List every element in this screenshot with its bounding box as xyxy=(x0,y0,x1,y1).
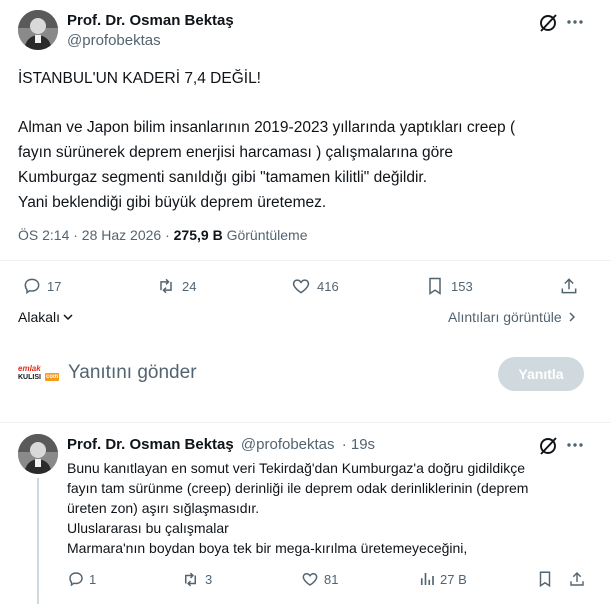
bookmark-count: 153 xyxy=(451,278,473,294)
more-options-icon[interactable] xyxy=(566,13,584,31)
reply-submit-button[interactable]: Yanıtla xyxy=(498,357,584,391)
like-button[interactable]: 416 xyxy=(291,275,339,297)
post-meta: ÖS 2:14 · 28 Haz 2026 · 275,9 B Görüntül… xyxy=(18,227,308,243)
composer-avatar-logo-top: emlak xyxy=(18,364,41,373)
bookmark-icon xyxy=(539,571,551,588)
post-title-line: İSTANBUL'UN KADERİ 7,4 DEĞİL! xyxy=(18,70,261,87)
reply-count: 17 xyxy=(47,278,62,294)
post-body: Alman ve Japon bilim insanlarının 2019-2… xyxy=(18,115,598,215)
view-quotes-label: Alıntıları görüntüle xyxy=(448,309,562,325)
author-handle[interactable]: @profobektas xyxy=(67,32,161,49)
post-body-line: Kumburgaz segmenti sanıldığı gibi "tamam… xyxy=(18,169,428,186)
reply-time[interactable]: · 19s xyxy=(342,436,375,453)
reply-views-button[interactable]: 27 B xyxy=(418,570,467,588)
avatar-photo-icon xyxy=(18,10,58,50)
bookmark-button[interactable]: 153 xyxy=(425,275,473,297)
author-avatar[interactable] xyxy=(18,10,58,50)
repost-icon xyxy=(160,278,172,294)
reply-reply-count: 1 xyxy=(89,571,97,587)
post-timestamp[interactable]: ÖS 2:14 · 28 Haz 2026 · xyxy=(18,227,174,243)
reply-header: Prof. Dr. Osman Bektaş @profobektas · 19… xyxy=(67,436,375,453)
views-label: Görüntüleme xyxy=(222,227,308,243)
share-button[interactable] xyxy=(559,275,579,297)
composer-avatar-logo-bottom: KULISI xyxy=(18,374,41,381)
post-body-line: Yani beklendiği gibi büyük deprem üretem… xyxy=(18,194,327,211)
share-icon xyxy=(570,571,584,586)
reply-input[interactable]: Yanıtını gönder xyxy=(68,362,478,384)
reply-share-button[interactable] xyxy=(568,570,586,588)
reply-body-line: fayın tam sürünme (creep) derinliği ile … xyxy=(67,480,529,496)
reply-body-line: Marmara'nın boydan boya tek bir mega-kır… xyxy=(67,540,468,556)
relevance-label: Alakalı xyxy=(18,309,61,325)
reply-author-avatar[interactable] xyxy=(18,434,58,474)
avatar-photo-icon xyxy=(18,434,58,474)
post-body-line: fayın sürünerek deprem enerjisi harcamas… xyxy=(18,144,454,161)
reply-button[interactable]: 17 xyxy=(22,275,61,297)
reply-body-line: Bunu kanıtlayan en somut veri Tekirdağ'd… xyxy=(67,460,526,476)
views-count: 275,9 B xyxy=(173,227,223,243)
view-quotes-link[interactable]: Alıntıları görüntüle xyxy=(448,309,578,325)
composer-avatar-logo-badge: com xyxy=(45,373,60,381)
divider xyxy=(0,260,611,261)
reply-icon xyxy=(69,572,83,587)
repost-icon xyxy=(184,572,197,586)
repost-count: 24 xyxy=(182,278,197,294)
thread-line xyxy=(37,478,39,604)
heart-icon xyxy=(302,573,318,586)
chevron-right-icon xyxy=(569,312,575,322)
reply-like-count: 81 xyxy=(324,571,339,587)
reply-body-line: üreten zon) aşırı sığlaşmasıdır. xyxy=(67,500,260,516)
reply-author-handle[interactable]: @profobektas xyxy=(241,436,335,453)
reply-grok-icon[interactable] xyxy=(537,435,559,457)
relevance-sort-dropdown[interactable]: Alakalı xyxy=(18,309,74,325)
divider xyxy=(0,422,611,423)
reply-repost-button[interactable]: 3 xyxy=(181,570,212,588)
repost-button[interactable]: 24 xyxy=(156,275,196,297)
post-body-line: Alman ve Japon bilim insanlarının 2019-2… xyxy=(18,119,516,136)
reply-bookmark-button[interactable] xyxy=(536,570,554,588)
bookmark-icon xyxy=(429,277,441,295)
reply-repost-count: 3 xyxy=(205,571,213,587)
reply-reply-button[interactable]: 1 xyxy=(67,570,96,588)
reply-like-button[interactable]: 81 xyxy=(301,570,338,588)
reply-icon xyxy=(24,278,40,295)
heart-icon xyxy=(292,279,310,294)
reply-submit-label: Yanıtla xyxy=(518,366,564,382)
composer-avatar: emlak KULISI com xyxy=(18,364,60,384)
reply-body-line: Uluslararası bu çalışmalar xyxy=(67,520,229,536)
chevron-down-icon xyxy=(63,314,73,321)
reply-body: Bunu kanıtlayan en somut veri Tekirdağ'd… xyxy=(67,458,597,558)
reply-more-options-icon[interactable] xyxy=(566,436,584,454)
author-name[interactable]: Prof. Dr. Osman Bektaş xyxy=(67,12,234,29)
grok-icon[interactable] xyxy=(537,12,559,34)
share-icon xyxy=(561,278,577,294)
like-count: 416 xyxy=(317,278,339,294)
views-chart-icon xyxy=(420,573,434,585)
reply-author-name[interactable]: Prof. Dr. Osman Bektaş xyxy=(67,436,234,453)
reply-views-count: 27 B xyxy=(440,571,467,587)
